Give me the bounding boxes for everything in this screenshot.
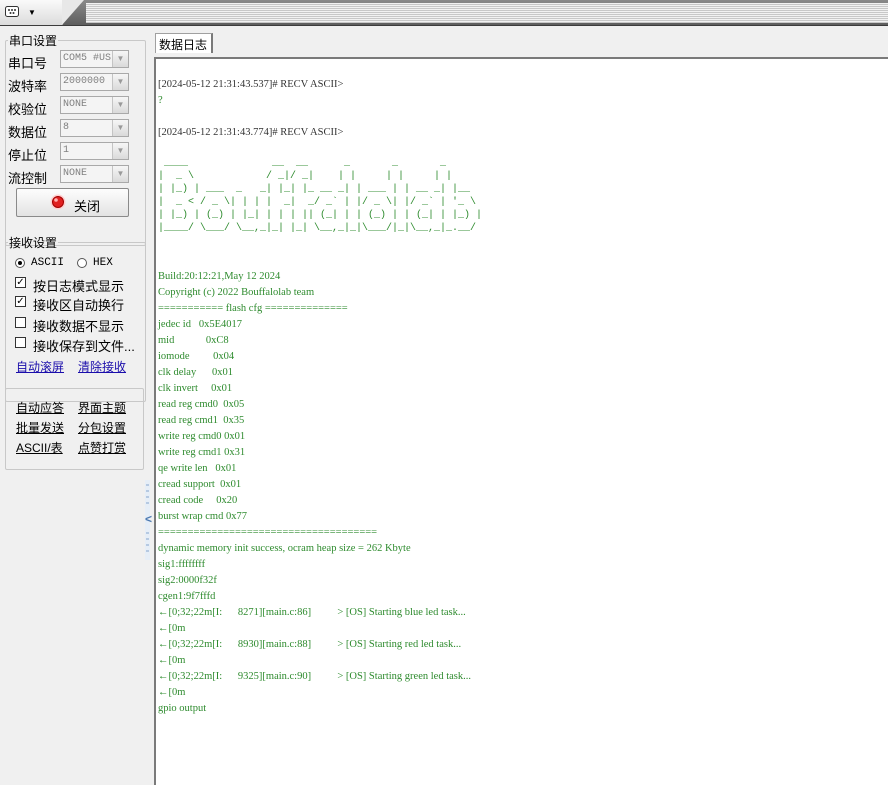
receive-settings-legend: 接收设置 [9,236,58,250]
serial-port-icon [5,6,19,17]
baud-label: 波特率 [8,79,48,94]
title-bar: ▼ [0,0,888,26]
panel-splitter[interactable]: < [144,480,152,560]
port-value: COM5 #USI [63,53,113,64]
flow-select[interactable]: NONE ▼ [60,165,129,183]
baud-select[interactable]: 2000000 ▼ [60,73,129,91]
log-mode-label: 按日志模式显示 [33,279,125,294]
log-line-question: ? [158,95,163,106]
batch-send-button[interactable]: 批量发送 [16,419,64,436]
databits-label: 数据位 [8,125,48,140]
auto-scroll-link[interactable]: 自动滚屏 [16,358,64,375]
stopbits-select[interactable]: 1 ▼ [60,142,129,160]
flow-label: 流控制 [8,171,48,186]
auto-wrap-label: 接收区自动换行 [33,298,125,313]
chevron-down-icon: ▼ [28,8,36,17]
ascii-table-button[interactable]: ASCII/表 [16,439,63,456]
save-to-file-option[interactable]: 接收保存到文件... [15,336,145,354]
databits-value: 8 [63,122,70,133]
hex-radio[interactable] [77,258,87,268]
toolbar-stripes [86,3,888,23]
chevron-down-icon: ▼ [112,120,128,136]
tab-corner [62,0,84,25]
hide-data-checkbox[interactable] [15,317,26,328]
databits-select[interactable]: 8 ▼ [60,119,129,137]
hide-data-option[interactable]: 接收数据不显示 [15,316,145,334]
parity-label: 校验位 [8,102,48,117]
parity-select[interactable]: NONE ▼ [60,96,129,114]
port-select[interactable]: COM5 #USI ▼ [60,50,129,68]
close-port-label: 关闭 [74,199,101,214]
port-label: 串口号 [8,56,48,71]
log-mode-checkbox[interactable]: ✓ [15,277,26,288]
receive-log-area[interactable]: [2024-05-12 21:31:43.537]# RECV ASCII> ?… [154,57,888,785]
tab-bar: 数据日志 [152,31,888,56]
stopbits-label: 停止位 [8,148,48,163]
log-header-2: [2024-05-12 21:31:43.774]# RECV ASCII> [158,127,344,138]
auto-reply-button[interactable]: 自动应答 [16,399,64,416]
log-mode-option[interactable]: ✓ 按日志模式显示 [15,276,145,294]
ascii-radio[interactable] [15,258,25,268]
save-to-file-checkbox[interactable] [15,337,26,348]
hide-data-label: 接收数据不显示 [33,319,125,334]
parity-value: NONE [63,99,88,110]
close-port-button[interactable]: 关闭 [16,188,129,217]
save-to-file-label: 接收保存到文件... [33,339,135,354]
donate-button[interactable]: 点赞打赏 [78,439,126,456]
tab-data-log[interactable]: 数据日志 [155,33,213,53]
log-body: Build:20:12:21,May 12 2024 Copyright (c)… [158,271,471,714]
auto-wrap-checkbox[interactable]: ✓ [15,296,26,307]
chevron-down-icon: ▼ [112,143,128,159]
hex-radio-label: HEX [93,257,113,269]
log-header-1: [2024-05-12 21:31:43.537]# RECV ASCII> [158,79,344,90]
ascii-radio-label: ASCII [31,257,65,269]
flow-value: NONE [63,168,88,179]
chevron-down-icon: ▼ [112,166,128,182]
clear-receive-link[interactable]: 清除接收 [78,358,126,375]
status-led-icon [50,194,66,210]
packet-settings-button[interactable]: 分包设置 [78,419,126,436]
app-menu-button[interactable]: ▼ [0,0,84,25]
chevron-down-icon: ▼ [112,51,128,67]
serial-settings-legend: 串口设置 [9,34,58,48]
stopbits-value: 1 [63,145,70,156]
chevron-down-icon: ▼ [112,97,128,113]
auto-wrap-option[interactable]: ✓ 接收区自动换行 [15,295,145,313]
ascii-art-banner: ____ __ __ _ _ _ | _ \ / _|/ _| | | | | … [158,158,483,234]
collapse-left-icon: < [145,512,153,526]
chevron-down-icon: ▼ [112,74,128,90]
theme-button[interactable]: 界面主题 [78,399,126,416]
settings-panel: 串口设置 串口号 COM5 #USI ▼ 波特率 2000000 ▼ 校验位 N… [0,26,148,785]
receive-mode-radios: ASCII HEX [15,256,145,272]
baud-value: 2000000 [63,76,106,87]
